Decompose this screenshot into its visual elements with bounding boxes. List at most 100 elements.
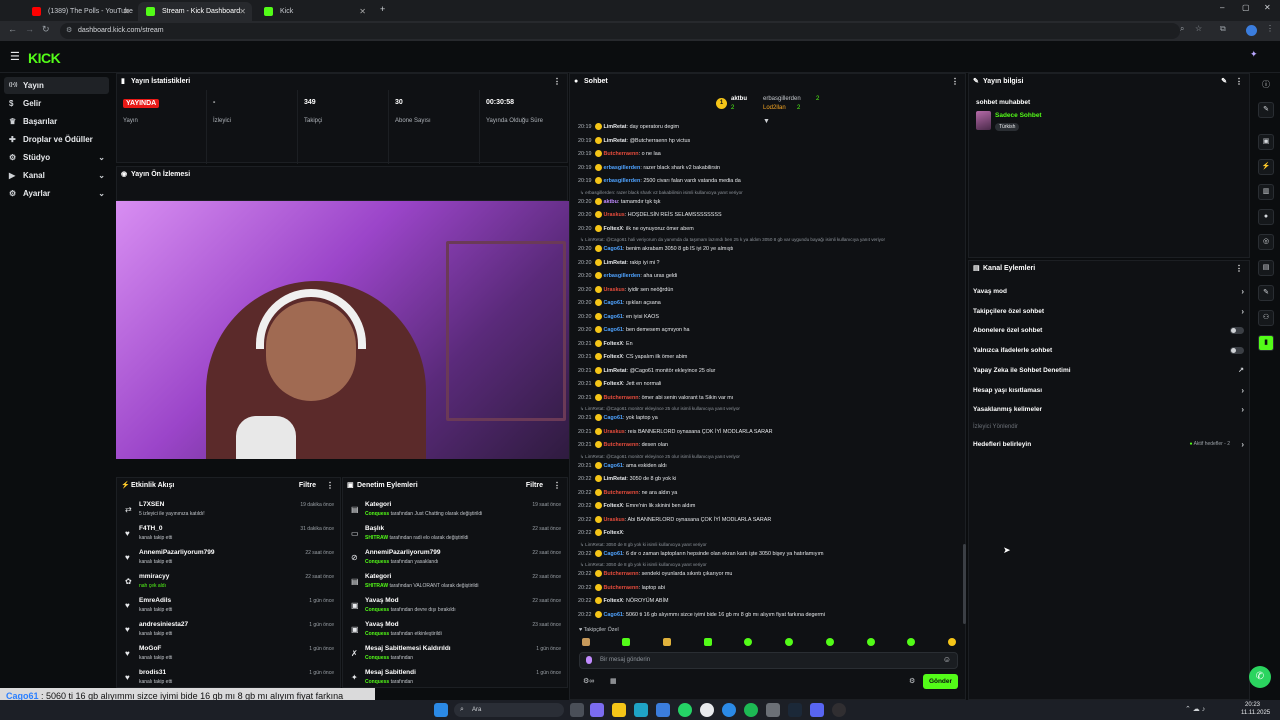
site-info-icon[interactable]: ⚙ — [66, 23, 72, 39]
chat-username[interactable]: LimRetat — [604, 124, 627, 130]
browser-tab[interactable]: Stream - Kick Dashboard ✕ — [138, 2, 252, 21]
sidebar-item[interactable]: ♛ Başarılar — [4, 113, 109, 130]
chat-username[interactable]: Cago61 — [604, 300, 623, 306]
windows-start-icon[interactable] — [434, 703, 448, 717]
activity-user[interactable]: andresiniesta27 — [139, 621, 188, 628]
chat-commands-icon[interactable]: ⚙∞ — [583, 677, 594, 685]
moderation-user[interactable]: Conquess — [365, 655, 389, 661]
chat-input[interactable]: Bir mesaj gönderin ☺ — [579, 652, 958, 669]
close-icon[interactable]: ✕ — [239, 2, 246, 21]
chat-username[interactable]: FoltexX — [604, 503, 623, 509]
chat-message[interactable]: 20:21 Cago61: ama eskiden aldı — [578, 460, 963, 473]
edge-icon[interactable] — [634, 703, 648, 717]
zoom-icon[interactable]: ⌕ — [1180, 24, 1184, 34]
channel-actions-menu-icon[interactable]: ⋮ — [1235, 261, 1243, 277]
sidebar-item[interactable]: ⚙ Stüdyo ⌄ — [4, 149, 109, 166]
forward-icon[interactable]: → — [25, 24, 34, 34]
chat-username[interactable]: Butcherraenn — [604, 151, 639, 157]
emoji-picker-icon[interactable]: ☺ — [943, 655, 951, 664]
channel-action-row[interactable]: Takipçilere özel sohbet › — [970, 302, 1248, 321]
rail-wrench-icon[interactable]: ✎ — [1258, 285, 1274, 301]
moderation-user[interactable]: Conquess — [365, 607, 389, 613]
chat-message[interactable]: 20:22 Cago61: 6 dır o zaman laptopların h… — [578, 548, 963, 561]
bookmark-star-icon[interactable]: ☆ — [1195, 24, 1202, 33]
emote-icon[interactable] — [826, 638, 834, 646]
moderation-menu-icon[interactable]: ⋮ — [553, 478, 561, 494]
chat-message[interactable]: 20:19 LimRetat: @Butcherraenn hp victus — [578, 135, 963, 148]
browser-tab[interactable]: (1389) The Polls - YouTube ✕ — [24, 2, 136, 21]
edit-icon[interactable]: ✎ — [1221, 74, 1227, 90]
emote-icon[interactable] — [867, 638, 875, 646]
moderation-user[interactable]: Conquess — [365, 559, 389, 565]
emote-icon[interactable] — [948, 638, 956, 646]
chat-message[interactable]: 20:22 FoltexX: NÖROYÜM ABİM — [578, 595, 963, 608]
chat-username[interactable]: Cago61 — [604, 551, 623, 557]
chat-message[interactable]: 20:20 Cago61: en iyisi KAOS — [578, 311, 963, 324]
minimize-icon[interactable]: – — [1220, 3, 1224, 12]
chat-message[interactable]: 20:21 Uraskus: reis BANNERLORD oynasana Ç… — [578, 426, 963, 439]
chat-username[interactable]: aktbu — [604, 199, 618, 205]
chat-message[interactable]: 20:21 FoltexX: CS yapalım ilk ömer abim — [578, 351, 963, 364]
rail-edit-icon[interactable]: ✎ — [1258, 102, 1274, 118]
moderation-filter-button[interactable]: Filtre — [526, 478, 543, 494]
chat-username[interactable]: Uraskus — [604, 429, 625, 435]
taskview-icon[interactable] — [570, 703, 584, 717]
chat-message[interactable]: 20:22 Butcherraenn: ne ara aldın ya — [578, 487, 963, 500]
activity-filter-button[interactable]: Filtre — [299, 478, 316, 494]
chat-message[interactable]: 20:20 Cago61: ışıkları açsana — [578, 297, 963, 310]
chat-username[interactable]: FoltexX — [604, 226, 623, 232]
channel-action-row[interactable]: Abonelere özel sohbet — [970, 321, 1248, 340]
maximize-icon[interactable]: ▢ — [1242, 3, 1250, 12]
emote-icon[interactable] — [622, 638, 630, 646]
chat-username[interactable]: LimRetat — [604, 138, 627, 144]
chat-message[interactable]: 20:21 Butcherraenn: desen olan — [578, 439, 963, 452]
chat-message[interactable]: 20:22 FoltexX: — [578, 527, 963, 540]
chat-username[interactable]: Cago61 — [604, 612, 623, 618]
emote-icon[interactable] — [907, 638, 915, 646]
activity-user[interactable]: MoGoF — [139, 645, 161, 652]
sidebar-item[interactable]: ((•)) Yayın — [4, 77, 109, 94]
activity-user[interactable]: brodis31 — [139, 669, 166, 676]
toggle-switch[interactable] — [1230, 327, 1244, 335]
chat-username[interactable]: LimRetat — [604, 260, 627, 266]
rail-active-tool-icon[interactable]: ▮ — [1258, 335, 1274, 351]
channel-action-row[interactable]: Yavaş mod › — [970, 282, 1248, 301]
activity-user[interactable]: F4TH_0 — [139, 525, 162, 532]
chrome-icon[interactable] — [700, 703, 714, 717]
chat-message[interactable]: 20:20 erbasgillerden: aha uras geldi — [578, 270, 963, 283]
category-name[interactable]: Sadece Sohbet — [995, 112, 1042, 119]
chat-identity-icon[interactable] — [586, 656, 592, 664]
sidebar-item[interactable]: ▶ Kanal ⌄ — [4, 167, 109, 184]
chat-message[interactable]: 20:20 aktbu: tamamdır tşk tşk — [578, 196, 963, 209]
chat-message[interactable]: 20:19 LimRetat: day operatoru degim — [578, 121, 963, 134]
channel-action-row[interactable]: Yalnızca ifadelerle sohbet — [970, 341, 1248, 360]
chat-message[interactable]: 20:22 Uraskus: Abi BANNERLORD oynasana ÇO… — [578, 514, 963, 527]
chat-username[interactable]: erbasgillerden — [604, 273, 641, 279]
chat-message[interactable]: 20:22 LimRetat: 3050 de 8 gb yok ki — [578, 473, 963, 486]
rail-shield-icon[interactable]: ▣ — [1258, 134, 1274, 150]
chat-message[interactable]: 20:20 FoltexX: ilk ne oynuyoruz ömer abem — [578, 223, 963, 236]
chat-message[interactable]: 20:22 FoltexX: Emre'nin lik skinini ben a… — [578, 500, 963, 513]
chat-username[interactable]: Butcherraenn — [604, 585, 639, 591]
chat-message[interactable]: 20:20 Cago61: ben demesem açmıyon ha — [578, 324, 963, 337]
back-icon[interactable]: ← — [8, 24, 17, 34]
activity-user[interactable]: mmiracyy — [139, 573, 169, 580]
close-icon[interactable]: ✕ — [123, 2, 130, 21]
copilot-icon[interactable] — [590, 703, 604, 717]
activity-menu-icon[interactable]: ⋮ — [326, 478, 334, 494]
goals-row[interactable]: Hedefleri belirleyin ● Aktif hedefler - … — [970, 435, 1248, 454]
profile-avatar[interactable] — [1246, 25, 1257, 36]
chat-username[interactable]: Butcherraenn — [604, 442, 639, 448]
stream-preview-video[interactable] — [116, 201, 572, 459]
support-chat-icon[interactable]: ✆ — [1249, 666, 1271, 688]
discord-icon[interactable] — [810, 703, 824, 717]
hamburger-menu-icon[interactable]: ☰ — [10, 50, 20, 63]
app-icon[interactable] — [766, 703, 780, 717]
external-link-icon[interactable]: ↗ — [1238, 361, 1244, 380]
browser-menu-icon[interactable]: ⋮ — [1266, 24, 1274, 33]
rail-bolt-icon[interactable]: ⚡ — [1258, 159, 1274, 175]
chat-username[interactable]: Uraskus — [604, 287, 625, 293]
chat-username[interactable]: Butcherraenn — [604, 490, 639, 496]
browser-tab[interactable]: Kick ✕ — [256, 2, 372, 21]
rail-list-icon[interactable]: ▤ — [1258, 260, 1274, 276]
